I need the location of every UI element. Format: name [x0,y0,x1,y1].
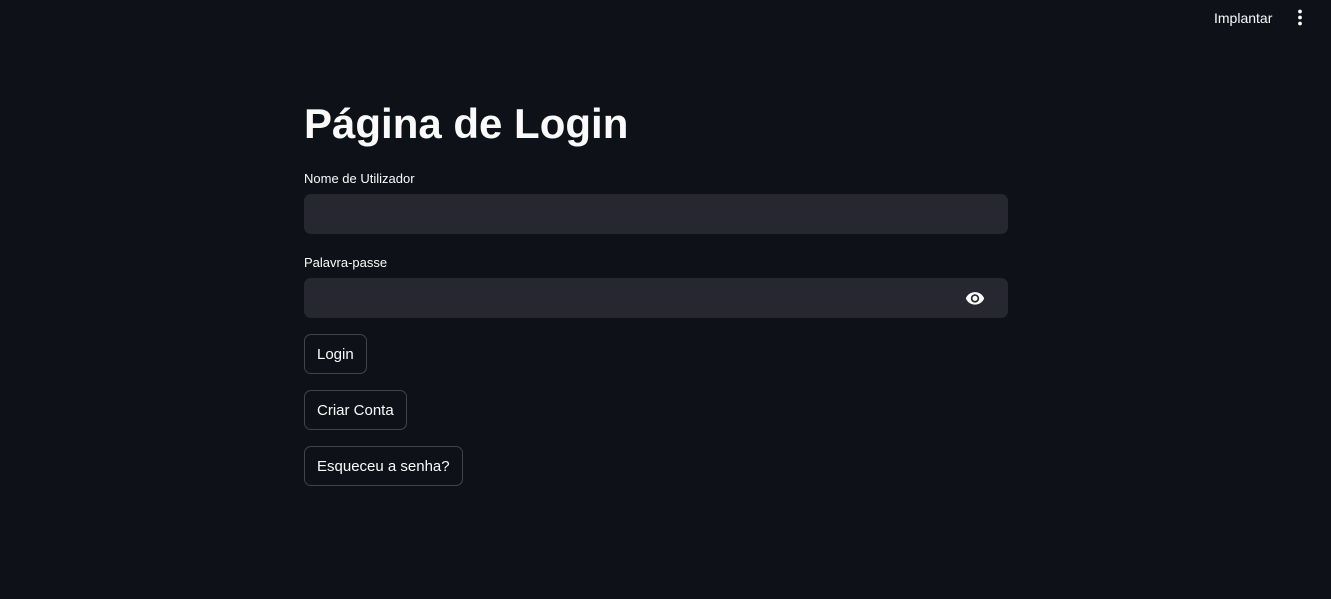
top-header-bar: Implantar [0,0,1331,36]
password-input[interactable] [304,278,1008,318]
main-menu-button[interactable] [1288,6,1312,30]
eye-icon [965,292,985,305]
show-password-button[interactable] [964,288,986,308]
forgot-password-button[interactable]: Esqueceu a senha? [304,446,463,486]
vertical-dots-icon [1298,9,1302,26]
page-title: Página de Login [304,100,629,147]
username-label: Nome de Utilizador [304,171,415,186]
password-label: Palavra-passe [304,255,388,270]
create-account-button[interactable]: Criar Conta [304,390,407,430]
username-field-container [304,194,1008,234]
password-field-container [304,278,1008,318]
username-input[interactable] [304,194,1008,234]
deploy-button[interactable]: Implantar [1206,6,1280,30]
login-button[interactable]: Login [304,334,367,374]
